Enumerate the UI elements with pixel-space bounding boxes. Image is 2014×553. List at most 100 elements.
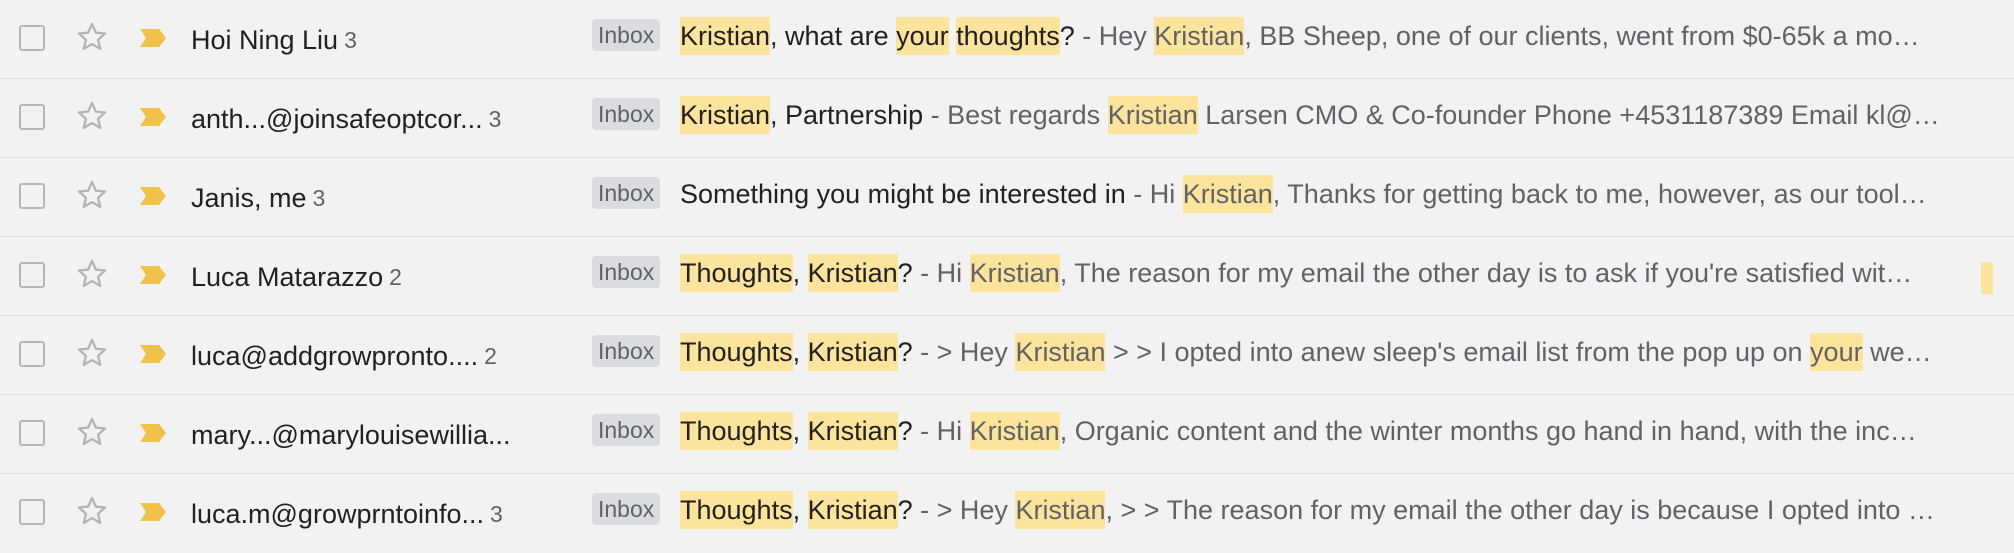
importance-marker-icon[interactable]: [139, 107, 167, 127]
importance-marker-icon[interactable]: [139, 265, 167, 285]
highlighted-term: Kristian: [807, 412, 898, 450]
inbox-label-chip[interactable]: Inbox: [592, 414, 661, 446]
email-snippet: - Hey Kristian, BB Sheep, one of our cli…: [1075, 17, 1920, 55]
snippet-text: > > I opted into anew sleep's email list…: [1105, 337, 1811, 367]
select-checkbox[interactable]: [19, 25, 45, 51]
message-preview[interactable]: Kristian, Partnership - Best regards Kri…: [680, 93, 1991, 137]
star-icon[interactable]: [75, 99, 109, 133]
star-icon[interactable]: [75, 336, 109, 370]
snippet-text: we…: [1862, 337, 1932, 367]
snippet-text: - Hi: [912, 258, 970, 288]
subject-text: Something you might be interested in: [680, 179, 1126, 209]
inbox-label-chip[interactable]: Inbox: [592, 493, 661, 525]
star-icon[interactable]: [75, 494, 109, 528]
highlighted-term: Thoughts: [680, 254, 793, 292]
highlighted-term: Kristian: [1107, 96, 1198, 134]
sender-name: Hoi Ning Liu: [191, 25, 339, 55]
sender: luca@addgrowpronto.... 2: [191, 336, 581, 376]
importance-marker-icon[interactable]: [139, 502, 167, 522]
highlighted-term: Kristian: [1015, 491, 1106, 529]
highlighted-term: Kristian: [969, 412, 1060, 450]
sender: anth...@joinsafeoptcor... 3: [191, 99, 581, 139]
select-checkbox[interactable]: [19, 341, 45, 367]
email-row[interactable]: luca.m@growprntoinfo... 3 Inbox Thoughts,…: [0, 474, 2014, 553]
sender: Janis, me 3: [191, 178, 581, 218]
star-icon[interactable]: [75, 20, 109, 54]
select-checkbox[interactable]: [19, 420, 45, 446]
email-subject: Kristian, what are your thoughts?: [680, 17, 1075, 55]
email-snippet: - > Hey Kristian, > > The reason for my …: [913, 491, 1935, 529]
subject-text: ,: [792, 258, 808, 288]
email-snippet: - Hi Kristian, Organic content and the w…: [913, 412, 1917, 450]
email-subject: Something you might be interested in: [680, 179, 1126, 209]
inbox-label-chip[interactable]: Inbox: [592, 98, 661, 130]
importance-marker-icon[interactable]: [139, 344, 167, 364]
snippet-text: Larsen CMO & Co-founder Phone +453118738…: [1197, 100, 1940, 130]
select-checkbox[interactable]: [19, 262, 45, 288]
subject-text: , Partnership: [770, 100, 924, 130]
message-preview[interactable]: Thoughts, Kristian? - > Hey Kristian > >…: [680, 330, 1991, 374]
inbox-label-chip[interactable]: Inbox: [592, 177, 661, 209]
highlight-overflow-marker: [1981, 262, 1993, 294]
importance-marker-icon[interactable]: [139, 423, 167, 443]
inbox-label-chip[interactable]: Inbox: [592, 19, 661, 51]
snippet-text: , > > The reason for my email the other …: [1105, 495, 1935, 525]
snippet-text: - > Hey: [912, 495, 1016, 525]
highlighted-term: Kristian: [807, 254, 898, 292]
highlighted-term: Kristian: [1182, 175, 1273, 213]
email-row[interactable]: Hoi Ning Liu 3 Inbox Kristian, what are y…: [0, 0, 2014, 79]
select-checkbox[interactable]: [19, 499, 45, 525]
subject-text: ?: [897, 258, 913, 288]
thread-count: 2: [484, 343, 497, 369]
message-preview[interactable]: Thoughts, Kristian? - Hi Kristian, Organ…: [680, 409, 1991, 453]
highlighted-term: Kristian: [969, 254, 1060, 292]
sender: Luca Matarazzo 2: [191, 257, 581, 297]
sender-name: mary...@marylouisewillia...: [191, 420, 511, 450]
thread-count: 3: [488, 106, 502, 132]
importance-marker-icon[interactable]: [139, 28, 167, 48]
email-subject: Thoughts, Kristian?: [680, 333, 913, 371]
star-icon[interactable]: [75, 415, 109, 449]
email-list: Hoi Ning Liu 3 Inbox Kristian, what are y…: [0, 0, 2014, 553]
snippet-text: - Hi: [912, 416, 970, 446]
inbox-label-chip[interactable]: Inbox: [592, 256, 661, 288]
email-snippet: - > Hey Kristian > > I opted into anew s…: [913, 333, 1932, 371]
email-row[interactable]: Luca Matarazzo 2 Inbox Thoughts, Kristian…: [0, 237, 2014, 316]
highlighted-term: your: [896, 17, 949, 55]
message-preview[interactable]: Thoughts, Kristian? - > Hey Kristian, > …: [680, 488, 1991, 532]
thread-count: 3: [312, 185, 326, 211]
sender-name: anth...@joinsafeoptcor...: [191, 104, 483, 134]
message-preview[interactable]: Thoughts, Kristian? - Hi Kristian, The r…: [680, 251, 1991, 295]
importance-marker-icon[interactable]: [139, 186, 167, 206]
email-row[interactable]: mary...@marylouisewillia... Inbox Though…: [0, 395, 2014, 474]
email-row[interactable]: Janis, me 3 Inbox Something you might be …: [0, 158, 2014, 237]
highlighted-term: Kristian: [807, 491, 898, 529]
message-preview[interactable]: Something you might be interested in - H…: [680, 172, 1991, 216]
message-preview[interactable]: Kristian, what are your thoughts? - Hey …: [680, 14, 1991, 58]
email-subject: Thoughts, Kristian?: [680, 412, 913, 450]
select-checkbox[interactable]: [19, 104, 45, 130]
highlighted-term: Kristian: [680, 96, 771, 134]
email-subject: Thoughts, Kristian?: [680, 491, 913, 529]
select-checkbox[interactable]: [19, 183, 45, 209]
snippet-text: , Organic content and the winter months …: [1059, 416, 1917, 446]
star-icon[interactable]: [75, 257, 109, 291]
email-snippet: - Hi Kristian, Thanks for getting back t…: [1126, 175, 1927, 213]
email-subject: Kristian, Partnership: [680, 96, 923, 134]
email-row[interactable]: anth...@joinsafeoptcor... 3 Inbox Kristia…: [0, 79, 2014, 158]
sender-name: Janis, me: [191, 183, 307, 213]
sender: luca.m@growprntoinfo... 3: [191, 494, 581, 534]
star-icon[interactable]: [75, 178, 109, 212]
highlighted-term: Thoughts: [680, 491, 793, 529]
email-row[interactable]: luca@addgrowpronto.... 2 Inbox Thoughts, …: [0, 316, 2014, 395]
highlighted-term: Kristian: [807, 333, 898, 371]
sender-name: luca@addgrowpronto....: [191, 341, 479, 371]
snippet-text: - Hey: [1074, 21, 1155, 51]
snippet-text: - Hi: [1125, 179, 1183, 209]
inbox-label-chip[interactable]: Inbox: [592, 335, 661, 367]
snippet-text: , BB Sheep, one of our clients, went fro…: [1244, 21, 1920, 51]
subject-text: ,: [792, 416, 808, 446]
subject-text: ?: [1059, 21, 1075, 51]
snippet-text: - Best regards: [923, 100, 1108, 130]
subject-text: ?: [897, 495, 913, 525]
